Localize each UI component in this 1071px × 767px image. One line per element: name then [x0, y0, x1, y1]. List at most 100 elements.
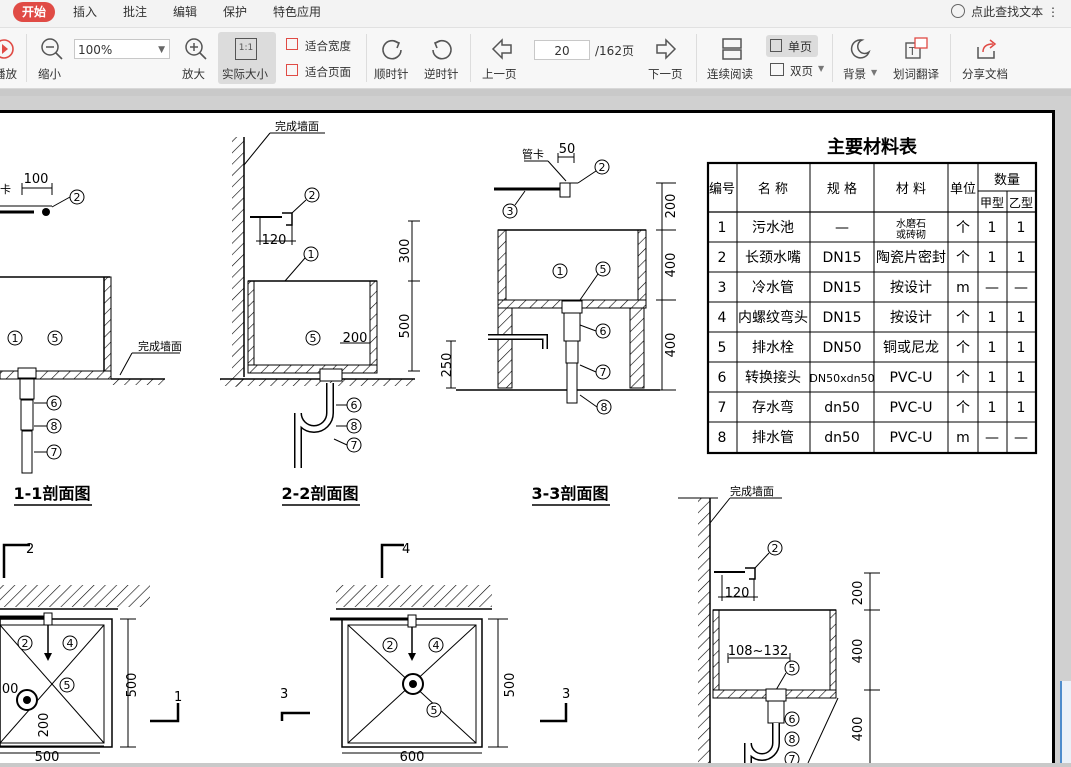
svg-text:8: 8 — [601, 401, 608, 414]
svg-text:200: 200 — [37, 713, 52, 738]
fit-page-button[interactable]: 适合页面 — [286, 62, 360, 80]
scroll-indicator[interactable] — [1060, 681, 1071, 763]
next-page-button[interactable]: 下一页 — [646, 28, 688, 88]
continuous-read-button[interactable]: 连续阅读 — [704, 28, 758, 88]
technical-drawing: 主要材料表 编号 名 称 规 格 材 料 单位 数量 甲型 乙型 1 污水池 — 水磨… — [0, 119, 1038, 767]
fit-width-icon — [286, 38, 298, 50]
svg-text:50: 50 — [559, 142, 576, 157]
table-cell: 1 — [1017, 220, 1026, 236]
play-icon — [0, 39, 14, 59]
svg-text:7: 7 — [600, 366, 607, 379]
zoom-in-icon — [185, 38, 207, 60]
svg-text:500: 500 — [398, 314, 413, 339]
svg-text:8: 8 — [789, 733, 796, 746]
zoom-out-button[interactable]: 缩小 — [34, 28, 70, 88]
table-cell: m — [956, 430, 970, 446]
svg-text:3: 3 — [507, 205, 514, 218]
rotate-cw-button[interactable]: 顺时针 — [372, 28, 412, 88]
header-material: 材 料 — [896, 182, 926, 197]
svg-text:2: 2 — [772, 542, 779, 555]
menu-edit[interactable]: 编辑 — [173, 2, 197, 22]
continuous-read-icon — [722, 38, 742, 60]
table-cell: 4 — [718, 310, 727, 326]
svg-text:200: 200 — [664, 194, 679, 219]
prev-page-button[interactable]: 上一页 — [480, 28, 522, 88]
chevron-down-icon: ▼ — [158, 45, 165, 55]
table-cell: 1 — [718, 220, 727, 236]
table-cell: 1 — [988, 400, 997, 416]
svg-text:5: 5 — [431, 704, 438, 717]
rotate-counterclockwise-icon — [432, 39, 452, 60]
page-number-input[interactable]: 20 — [534, 40, 590, 60]
table-cell: 污水池 — [752, 220, 794, 236]
svg-text:200: 200 — [343, 331, 368, 346]
table-cell: 或砖砌 — [896, 228, 926, 241]
play-button[interactable]: 播放 — [0, 28, 22, 88]
table-cell: 1 — [1017, 310, 1026, 326]
section-title-2-2: 2-2剖面图 — [282, 484, 359, 503]
svg-text:120: 120 — [725, 586, 750, 601]
moon-icon — [850, 39, 871, 59]
search-icon — [951, 3, 966, 18]
pipe-clip-label-cut: 卡 — [0, 183, 11, 196]
share-document-button[interactable]: 分享文档 — [958, 28, 1014, 88]
table-cell: 个 — [956, 370, 970, 386]
page-total: /162页 — [595, 44, 634, 58]
svg-text:8: 8 — [351, 420, 358, 433]
arrow-right-icon — [656, 38, 677, 60]
rotate-ccw-button[interactable]: 逆时针 — [422, 28, 462, 88]
svg-text:300: 300 — [398, 239, 413, 264]
zoom-in-button[interactable]: 放大 — [180, 28, 212, 88]
menu-comment[interactable]: 批注 — [123, 2, 147, 22]
svg-text:5: 5 — [310, 332, 317, 345]
more-vertical-icon[interactable]: ⋮ — [1047, 5, 1059, 19]
table-cell: 8 — [718, 430, 727, 446]
svg-text:250: 250 — [440, 353, 455, 378]
background-button[interactable]: 背景 ▼ — [840, 28, 880, 88]
section-title-3-3: 3-3剖面图 — [532, 484, 609, 503]
table-cell: 陶瓷片密封 — [876, 249, 946, 266]
menu-insert[interactable]: 插入 — [73, 2, 97, 22]
header-quantity: 数量 — [994, 173, 1020, 188]
svg-text:3: 3 — [562, 687, 570, 702]
section-elevation-bottom — [678, 497, 880, 767]
svg-text:1: 1 — [557, 265, 564, 278]
table-cell: 1 — [988, 370, 997, 386]
menu-start[interactable]: 开始 — [13, 2, 55, 22]
svg-text:1: 1 — [12, 332, 19, 345]
svg-text:2: 2 — [309, 189, 316, 202]
table-cell: 1 — [988, 310, 997, 326]
svg-text:200: 200 — [851, 581, 866, 606]
table-cell: 1 — [988, 220, 997, 236]
header-unit: 单位 — [950, 182, 976, 197]
table-cell: 1 — [988, 250, 997, 266]
chevron-down-icon: ▼ — [818, 64, 825, 73]
svg-text:6: 6 — [789, 713, 796, 726]
table-cell: PVC-U — [889, 400, 932, 416]
svg-text:2: 2 — [599, 161, 606, 174]
find-text-box[interactable]: 点此查找文本 ⋮ — [951, 2, 1059, 22]
fit-page-icon — [286, 64, 298, 76]
double-page-icon — [770, 63, 784, 76]
actual-size-button[interactable]: 1:1 实际大小 — [218, 32, 276, 84]
zoom-out-icon — [41, 38, 63, 60]
table-cell: — — [1014, 280, 1028, 296]
table-cell: 3 — [718, 280, 727, 296]
svg-text:4: 4 — [402, 542, 410, 557]
menu-protect[interactable]: 保护 — [223, 2, 247, 22]
translate-icon: T — [905, 37, 928, 59]
fit-width-button[interactable]: 适合宽度 — [286, 36, 360, 54]
double-page-button[interactable]: 双页 ▼ — [768, 62, 828, 80]
svg-text:5: 5 — [64, 679, 71, 692]
document-viewport[interactable]: 主要材料表 编号 名 称 规 格 材 料 单位 数量 甲型 乙型 1 污水池 — 水磨… — [0, 96, 1071, 767]
table-cell: PVC-U — [889, 370, 932, 386]
table-cell: 按设计 — [890, 280, 932, 296]
svg-text:600: 600 — [400, 750, 425, 763]
single-page-button[interactable]: 单页 — [766, 35, 818, 57]
menu-features[interactable]: 特色应用 — [273, 2, 321, 22]
word-translate-button[interactable]: T 划词翻译 — [890, 28, 944, 88]
zoom-select[interactable]: 100% ▼ — [74, 39, 170, 59]
svg-text:6: 6 — [51, 397, 58, 410]
find-text-label: 点此查找文本 — [971, 5, 1044, 19]
svg-text:120: 120 — [262, 233, 287, 248]
